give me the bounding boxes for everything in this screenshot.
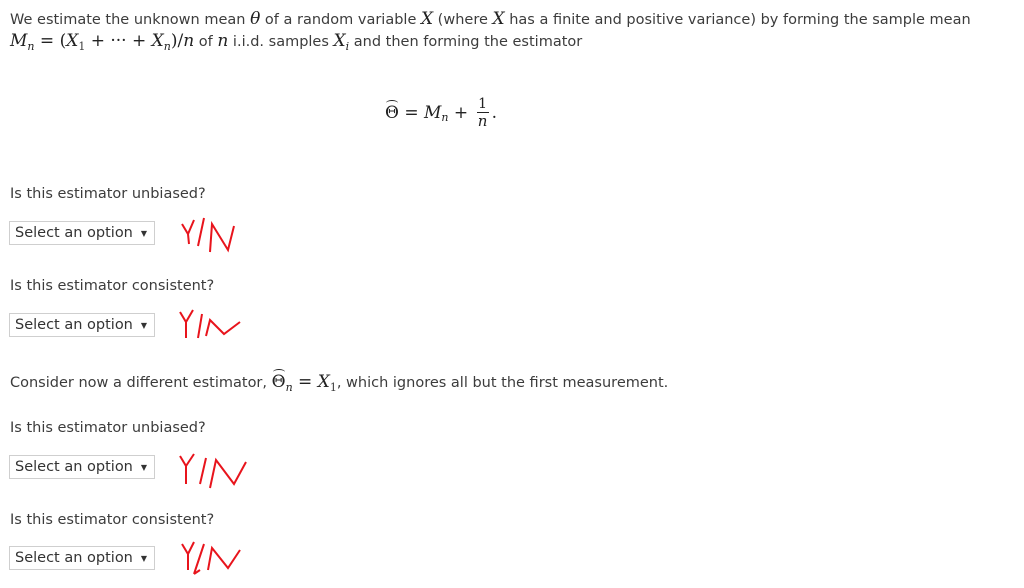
- math-period: .: [491, 103, 497, 123]
- select-value: Select an option: [15, 317, 133, 333]
- math-M: M: [10, 31, 28, 51]
- fraction-numerator: 1: [478, 96, 488, 112]
- math-n: n: [217, 31, 229, 51]
- math-sub-1: 1: [329, 380, 337, 394]
- dropdown-arrow-icon: ▼: [140, 320, 148, 330]
- intro-line-1: We estimate the unknown mean θ of a rand…: [10, 9, 971, 29]
- answer-select-4[interactable]: Select an option ▼: [9, 546, 155, 570]
- handwritten-yn-icon: [179, 309, 241, 339]
- math-X: X: [420, 9, 434, 29]
- intro-text: (where: [433, 12, 493, 28]
- intro-text: and then forming the estimator: [349, 34, 583, 50]
- math-sub-n: n: [285, 380, 293, 394]
- dropdown-arrow-icon: ▼: [140, 228, 148, 238]
- dropdown-arrow-icon: ▼: [140, 553, 148, 563]
- math-theta-hat: Θ: [271, 369, 286, 392]
- math-sub-n: n: [163, 39, 171, 53]
- sentence-text: , which ignores all but the first measur…: [336, 375, 669, 391]
- math-X: X: [317, 372, 330, 392]
- handwritten-annotation: [176, 306, 248, 346]
- handwritten-yn-icon: [181, 217, 235, 253]
- question-label: Is this estimator unbiased?: [10, 420, 206, 436]
- question-label: Is this estimator consistent?: [10, 512, 215, 528]
- math-M: M: [424, 103, 442, 123]
- intro-text: i.i.d. samples: [228, 34, 334, 50]
- handwritten-annotation: [178, 536, 254, 578]
- math-X: X: [333, 31, 346, 51]
- math-X: X: [151, 31, 164, 51]
- intro-text: of a random variable: [260, 12, 421, 28]
- math-X: X: [66, 31, 79, 51]
- answer-select-1[interactable]: Select an option ▼: [9, 221, 155, 245]
- sentence-text: Consider now a different estimator,: [10, 375, 272, 391]
- handwritten-annotation: [178, 216, 250, 256]
- question-label: Is this estimator consistent?: [10, 278, 215, 294]
- second-estimator-sentence: Consider now a different estimator, Θn =…: [10, 369, 669, 394]
- estimator-equation: Θ = Mn + 1 n .: [385, 96, 497, 130]
- math-equals: = (: [34, 31, 67, 51]
- select-value: Select an option: [15, 550, 133, 566]
- answer-select-3[interactable]: Select an option ▼: [9, 455, 155, 479]
- question-label: Is this estimator unbiased?: [10, 186, 206, 202]
- math-fraction: 1 n: [476, 96, 489, 130]
- dropdown-arrow-icon: ▼: [140, 462, 148, 472]
- math-theta-hat: Θ: [385, 100, 399, 123]
- math-n: n: [183, 31, 195, 51]
- fraction-denominator: n: [477, 112, 488, 130]
- math-theta: θ: [250, 9, 261, 29]
- handwritten-yn-icon: [181, 541, 241, 575]
- math-plus: +: [448, 103, 474, 123]
- answer-select-2[interactable]: Select an option ▼: [9, 313, 155, 337]
- intro-text: has a finite and positive variance) by f…: [504, 12, 971, 28]
- handwritten-yn-icon: [179, 453, 247, 489]
- intro-text: We estimate the unknown mean: [10, 12, 251, 28]
- intro-text: of: [194, 34, 218, 50]
- math-equals: =: [292, 372, 318, 392]
- math-sub-n: n: [441, 110, 449, 124]
- math-plus-dots: + ··· +: [85, 31, 152, 51]
- math-sub-n: n: [27, 39, 35, 53]
- select-value: Select an option: [15, 225, 133, 241]
- math-X: X: [492, 9, 505, 29]
- select-value: Select an option: [15, 459, 133, 475]
- handwritten-annotation: [176, 450, 256, 492]
- math-equals: =: [398, 103, 424, 123]
- math-slash: )/: [170, 31, 184, 51]
- intro-line-2: Mn = (X1 + ··· + Xn)/n of n i.i.d. sampl…: [10, 31, 582, 53]
